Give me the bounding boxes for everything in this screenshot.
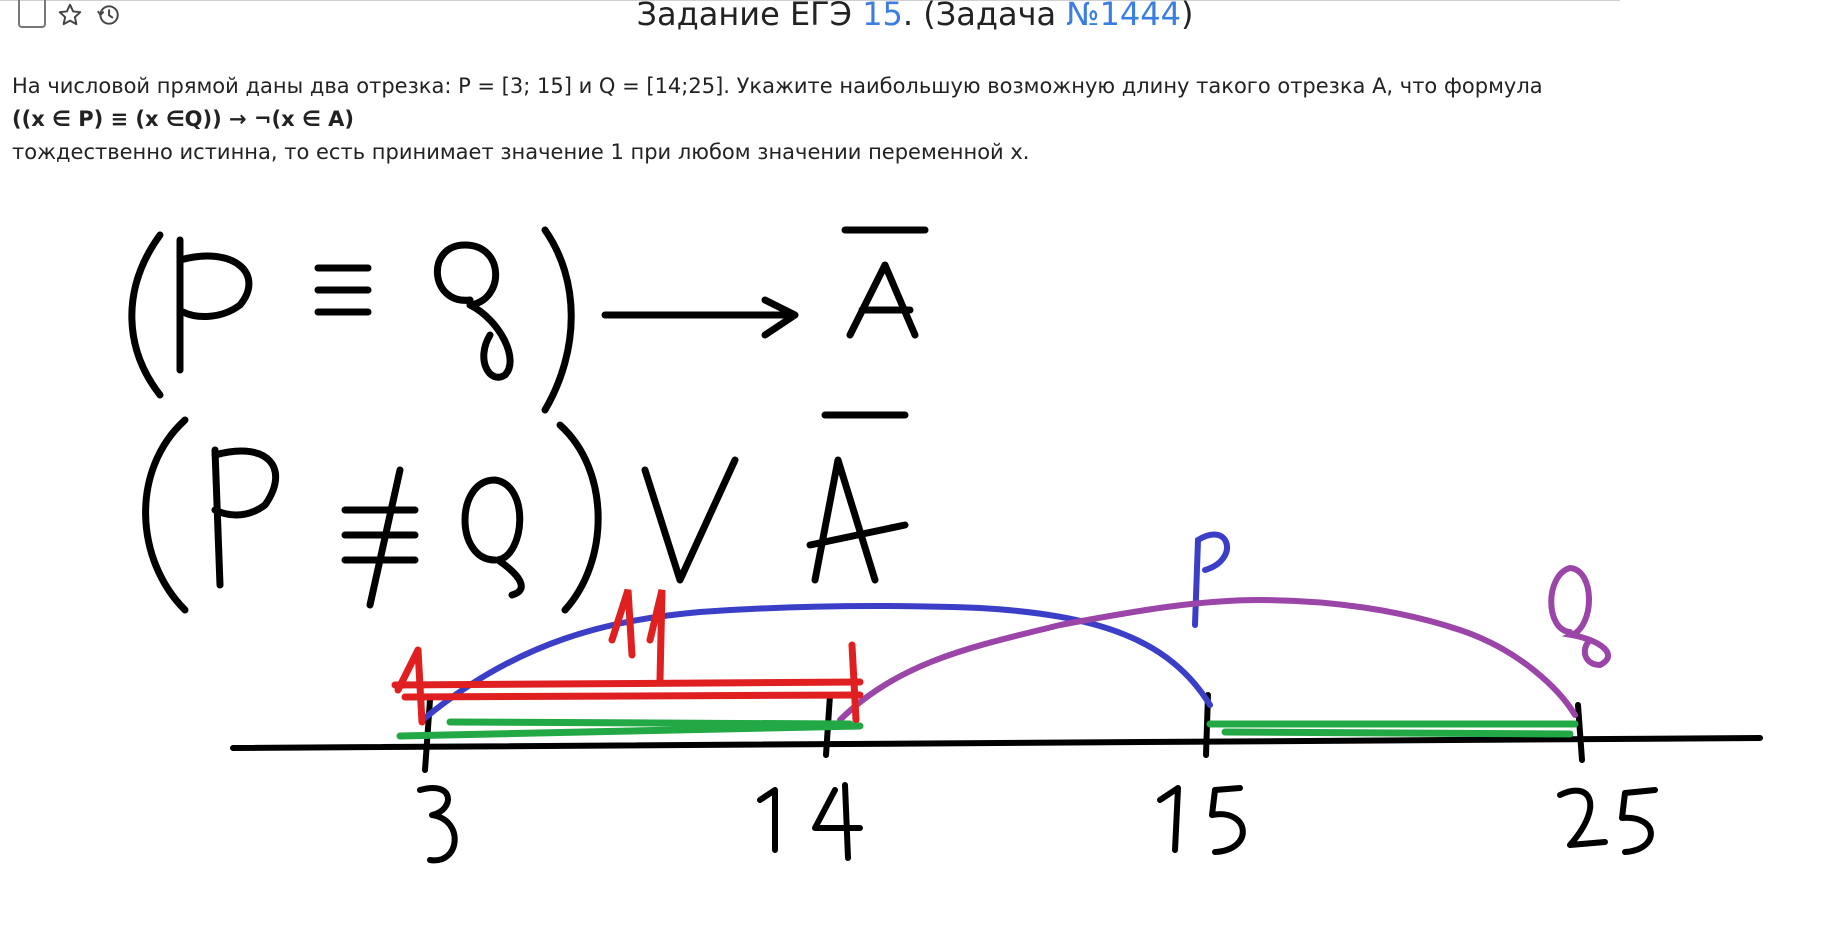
segment-p-arc	[422, 603, 1213, 721]
truth-regions	[396, 718, 1579, 740]
label-q-glyph	[1548, 564, 1611, 669]
sketch-formula-2	[142, 411, 909, 614]
label-p-glyph	[1192, 531, 1230, 628]
handwritten-solution-sketch	[128, 226, 1763, 864]
tick-label-glyphs	[417, 782, 1658, 864]
sketch-formula-1	[128, 226, 929, 414]
